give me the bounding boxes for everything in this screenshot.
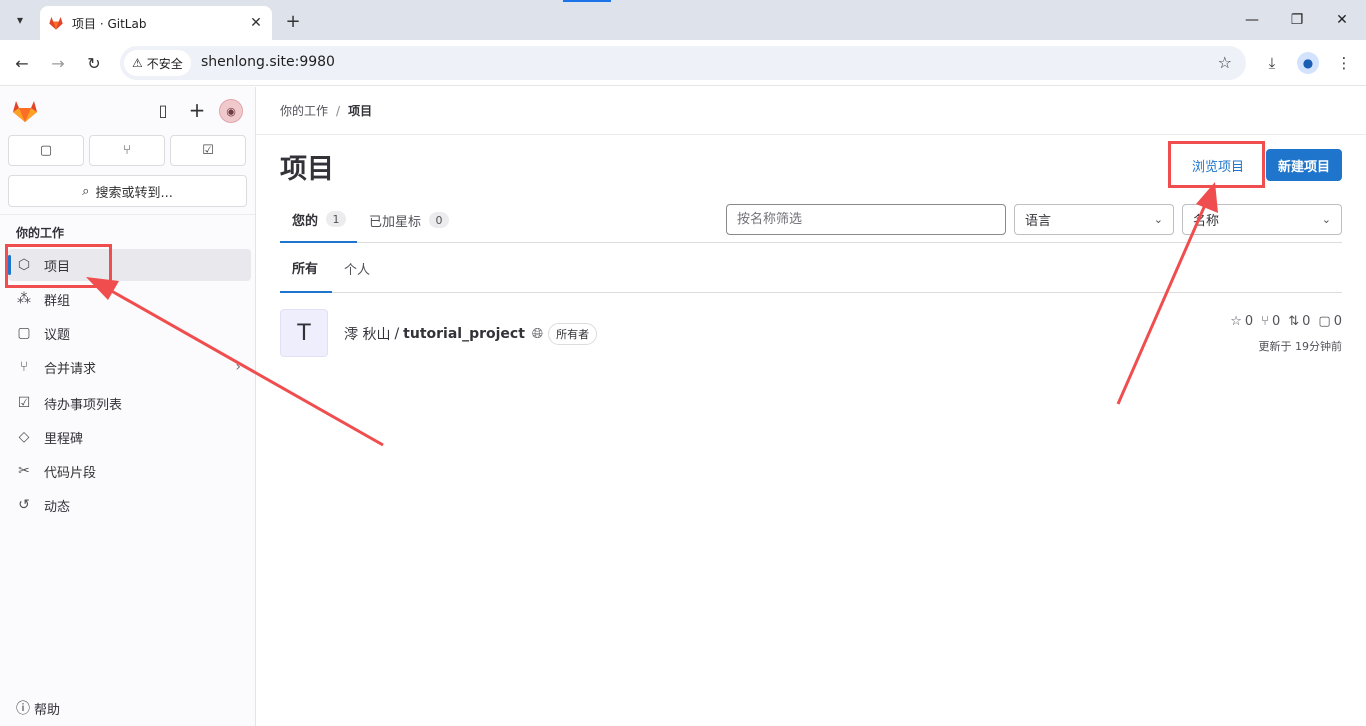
arrow-line-projects xyxy=(107,287,384,447)
arrow-head-projects xyxy=(86,277,119,300)
arrow-line-browse xyxy=(1116,204,1207,405)
arrow-head-browse xyxy=(1196,182,1218,213)
annotation-arrows xyxy=(86,182,1218,447)
